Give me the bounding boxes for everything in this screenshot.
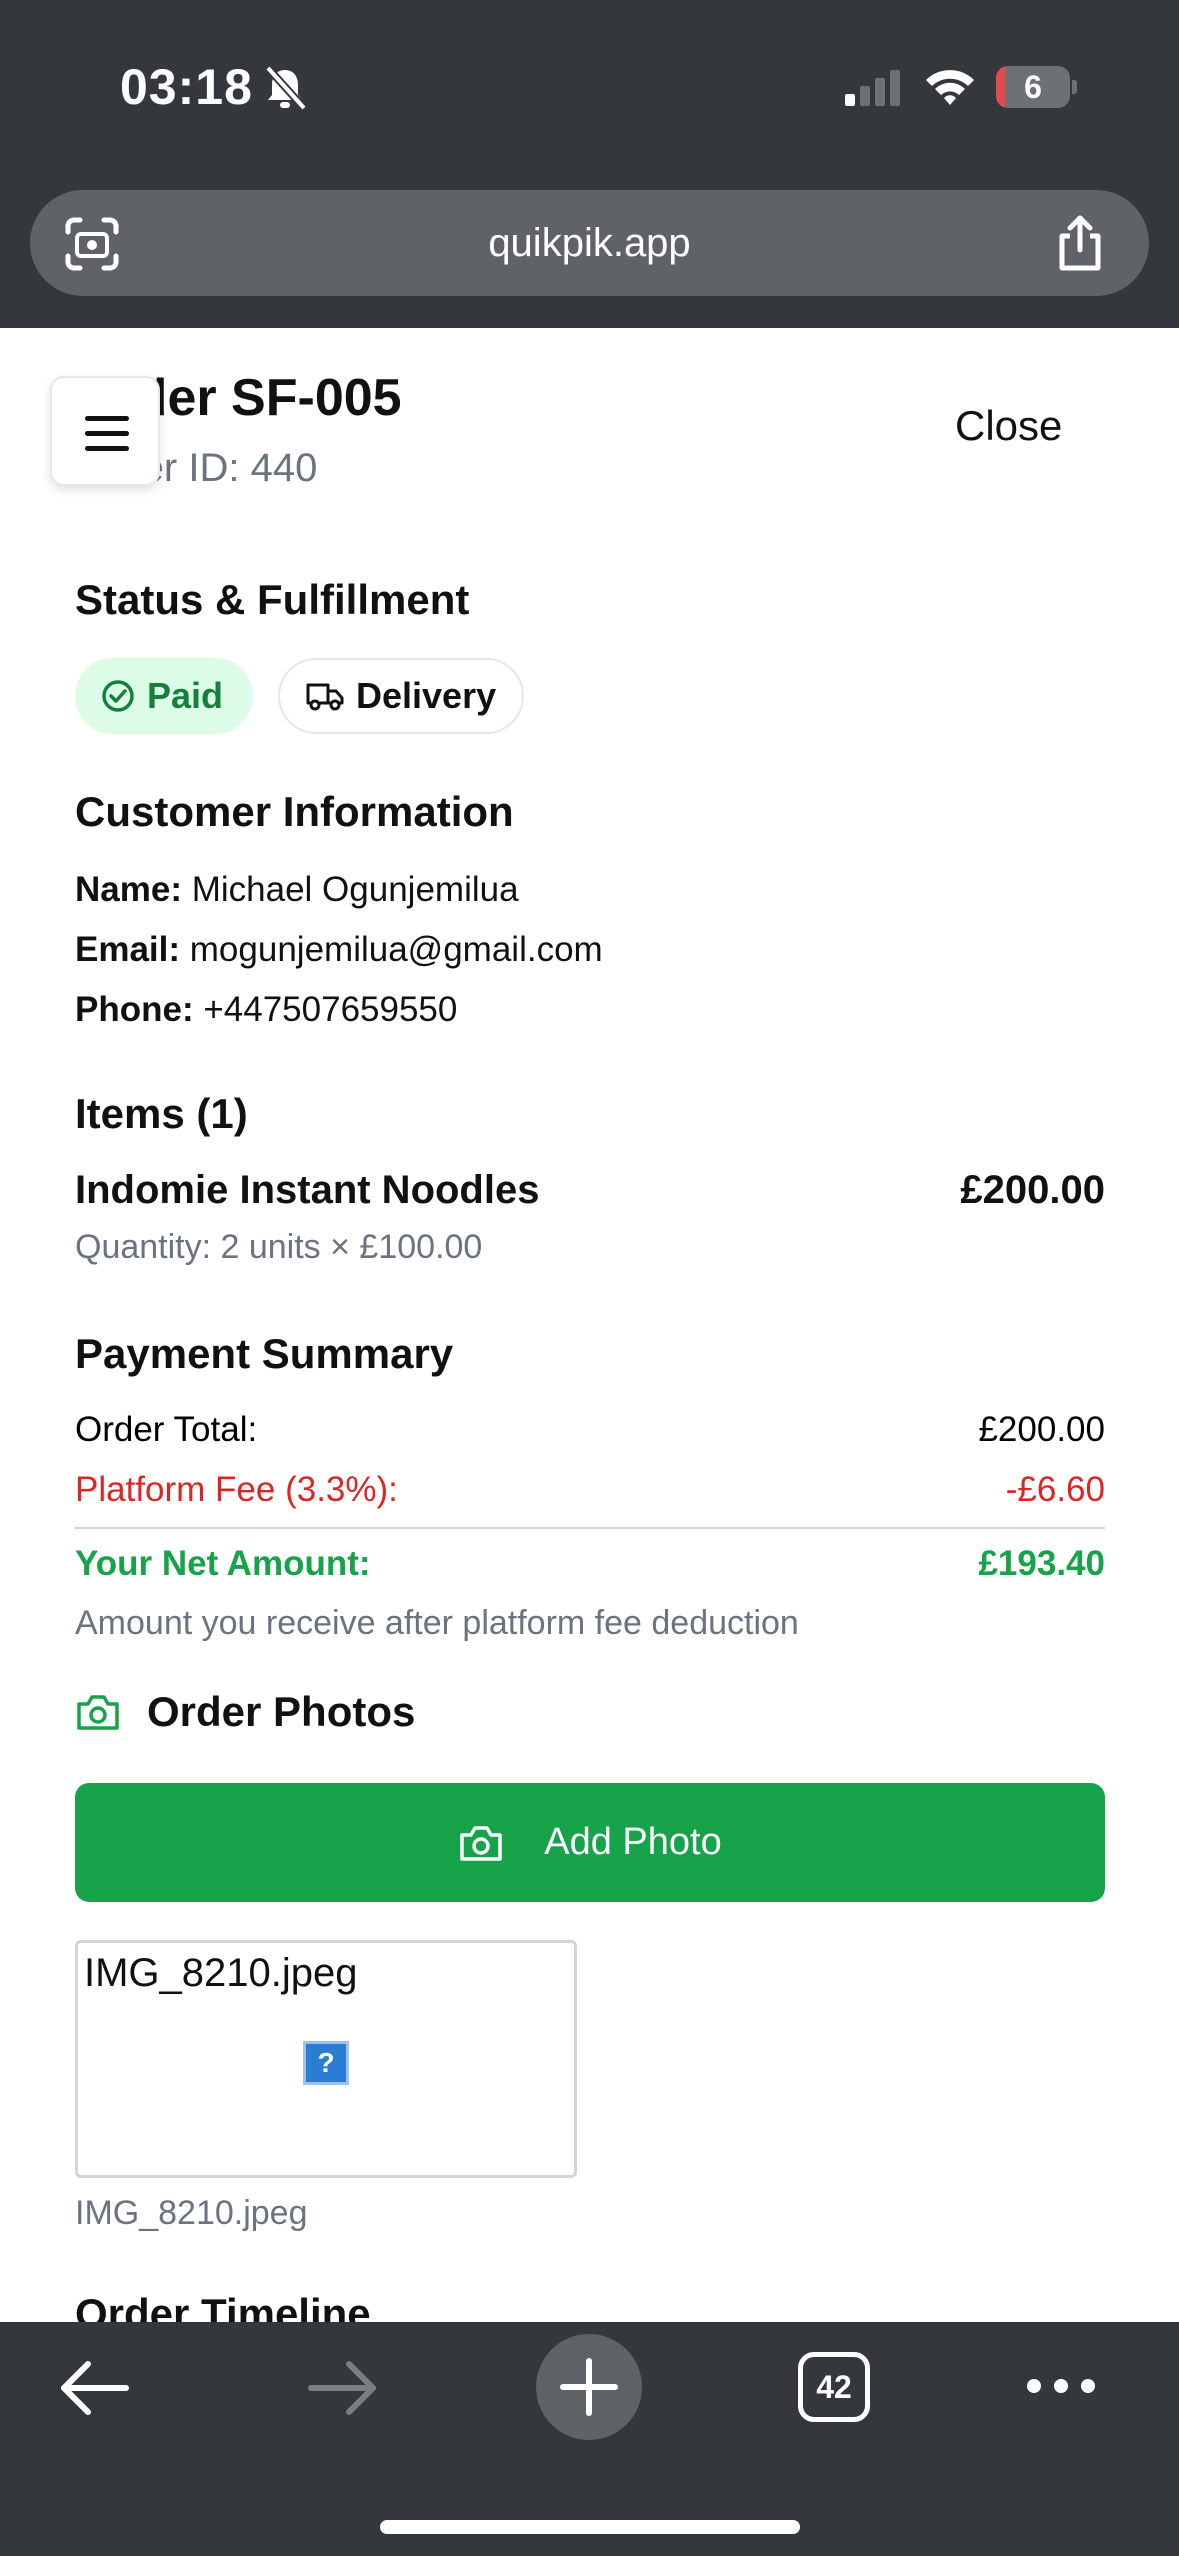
customer-phone-label: Phone: bbox=[75, 990, 194, 1029]
share-icon[interactable] bbox=[1050, 212, 1110, 274]
net-amount-label: Your Net Amount: bbox=[75, 1544, 371, 1583]
more-icon[interactable] bbox=[1026, 2376, 1096, 2396]
customer-phone-value: +447507659550 bbox=[203, 990, 458, 1029]
customer-name: Name: Michael Ogunjemilua bbox=[75, 870, 519, 910]
forward-arrow-icon[interactable] bbox=[305, 2360, 379, 2416]
customer-email-label: Email: bbox=[75, 930, 181, 969]
tabs-button[interactable]: 42 bbox=[798, 2352, 870, 2422]
home-indicator bbox=[380, 2520, 800, 2534]
order-photos-heading: Order Photos bbox=[147, 1688, 416, 1735]
customer-name-label: Name: bbox=[75, 870, 182, 909]
divider bbox=[75, 1527, 1105, 1529]
delivery-badge: Delivery bbox=[278, 658, 524, 734]
check-circle-icon bbox=[102, 680, 134, 712]
add-photo-button[interactable]: Add Photo bbox=[75, 1783, 1105, 1902]
net-amount-row: Your Net Amount: £193.40 bbox=[75, 1544, 1105, 1584]
camera-icon bbox=[77, 1695, 119, 1730]
items-heading: Items (1) bbox=[75, 1090, 248, 1137]
broken-image-icon: ? bbox=[303, 2041, 349, 2085]
platform-fee-value: -£6.60 bbox=[1005, 1470, 1105, 1509]
order-photos-header: Order Photos bbox=[75, 1688, 415, 1736]
camera-icon bbox=[460, 1825, 502, 1861]
wifi-icon bbox=[926, 70, 974, 105]
delivery-badge-label: Delivery bbox=[356, 675, 497, 716]
menu-button[interactable] bbox=[50, 376, 160, 486]
photo-alt-text: IMG_8210.jpeg bbox=[84, 1951, 358, 1995]
order-timeline-heading: Order Timeline bbox=[75, 2290, 371, 2322]
close-button[interactable]: Close bbox=[955, 402, 1062, 450]
item-name: Indomie Instant Noodles bbox=[75, 1168, 540, 1212]
status-time: 03:18 bbox=[120, 59, 253, 115]
url-text[interactable]: quikpik.app bbox=[30, 190, 1149, 296]
customer-name-value: Michael Ogunjemilua bbox=[191, 870, 519, 909]
net-amount-note: Amount you receive after platform fee de… bbox=[75, 1604, 799, 1642]
battery-level: 6 bbox=[1024, 69, 1042, 105]
item-quantity: Quantity: 2 units × £100.00 bbox=[75, 1228, 483, 1266]
order-detail-page: Order SF-005 Order ID: 440 Close Status … bbox=[0, 328, 1179, 2322]
photo-filename: IMG_8210.jpeg bbox=[75, 2194, 308, 2232]
new-tab-button[interactable] bbox=[536, 2334, 642, 2440]
net-amount-value: £193.40 bbox=[978, 1544, 1105, 1583]
platform-fee-label: Platform Fee (3.3%): bbox=[75, 1470, 398, 1509]
payment-heading: Payment Summary bbox=[75, 1330, 454, 1377]
order-total-label: Order Total: bbox=[75, 1410, 258, 1449]
battery-icon: 6 bbox=[996, 66, 1077, 108]
paid-badge-label: Paid bbox=[147, 675, 224, 716]
customer-heading: Customer Information bbox=[75, 788, 514, 835]
customer-email-value: mogunjemilua@gmail.com bbox=[189, 930, 603, 969]
bell-slash-icon bbox=[265, 65, 307, 111]
customer-phone: Phone: +447507659550 bbox=[75, 990, 457, 1030]
status-heading: Status & Fulfillment bbox=[75, 576, 470, 623]
item-price: £200.00 bbox=[960, 1168, 1105, 1212]
add-photo-label[interactable]: Add Photo bbox=[544, 1821, 721, 1864]
order-total-value: £200.00 bbox=[978, 1410, 1105, 1449]
order-total-row: Order Total: £200.00 bbox=[75, 1410, 1105, 1450]
customer-email: Email: mogunjemilua@gmail.com bbox=[75, 930, 603, 970]
address-bar[interactable]: quikpik.app bbox=[30, 190, 1149, 296]
photo-thumbnail[interactable]: IMG_8210.jpeg ? bbox=[75, 1940, 577, 2178]
platform-fee-row: Platform Fee (3.3%): -£6.60 bbox=[75, 1470, 1105, 1510]
plus-icon bbox=[560, 2358, 618, 2416]
browser-toolbar: 42 bbox=[0, 2322, 1179, 2556]
status-bar: 03:18 6 bbox=[0, 0, 1179, 175]
truck-icon bbox=[306, 683, 344, 711]
paid-badge: Paid bbox=[75, 658, 253, 734]
back-arrow-icon[interactable] bbox=[58, 2360, 132, 2416]
cellular-signal-icon bbox=[845, 70, 900, 106]
